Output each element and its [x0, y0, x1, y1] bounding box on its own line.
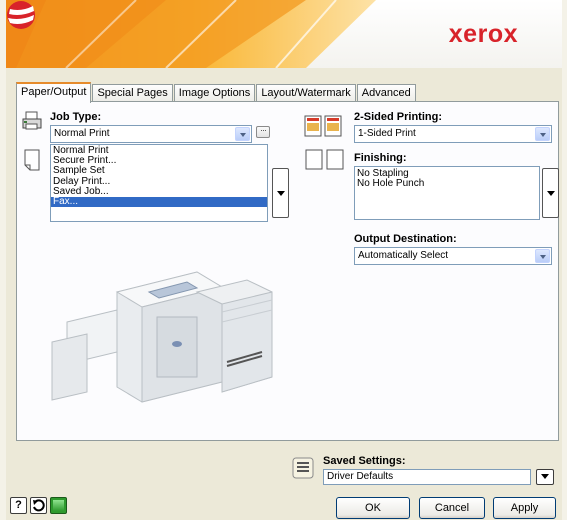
duplex-icon	[304, 115, 342, 137]
apply-button[interactable]: Apply	[493, 497, 556, 519]
help-button[interactable]: ?	[10, 497, 27, 514]
saved-settings-value: Driver Defaults	[327, 471, 394, 482]
job-type-dropdown-list[interactable]: Normal Print Secure Print... Sample Set …	[50, 144, 268, 222]
two-sided-label: 2-Sided Printing:	[354, 111, 442, 123]
finishing-more-button[interactable]	[542, 168, 559, 218]
xerox-banner: xerox	[6, 0, 562, 68]
cancel-button[interactable]: Cancel	[419, 497, 485, 519]
chevron-down-icon[interactable]	[535, 127, 550, 141]
job-type-label: Job Type:	[50, 111, 102, 123]
print-dialog: xerox Paper/Output Special Pages Image O…	[0, 0, 567, 520]
printer-icon	[22, 111, 42, 130]
restore-icon	[33, 499, 45, 512]
paper-more-button[interactable]	[272, 168, 289, 218]
saved-settings-dropdown-button[interactable]	[536, 469, 554, 485]
output-destination-label: Output Destination:	[354, 233, 457, 245]
status-button[interactable]	[50, 497, 67, 514]
tab-paper-output[interactable]: Paper/Output	[16, 82, 92, 103]
ok-button[interactable]: OK	[336, 497, 410, 519]
chevron-down-icon	[541, 473, 549, 479]
output-destination-select[interactable]: Automatically Select	[354, 247, 552, 265]
saved-settings-icon	[292, 457, 314, 479]
job-type-select[interactable]: Normal Print	[50, 125, 252, 143]
chevron-down-icon[interactable]	[235, 127, 250, 141]
chevron-down-icon[interactable]	[535, 249, 550, 263]
two-sided-select[interactable]: 1-Sided Print	[354, 125, 552, 143]
job-type-value: Normal Print	[54, 128, 110, 139]
saved-settings-select[interactable]: Driver Defaults	[323, 469, 531, 485]
list-item-selected[interactable]: Fax...	[51, 196, 267, 208]
status-icon	[53, 500, 64, 511]
tab-strip: Paper/Output Special Pages Image Options…	[16, 82, 417, 103]
finishing-label: Finishing:	[354, 152, 407, 164]
restore-button[interactable]	[30, 497, 47, 514]
two-sided-value: 1-Sided Print	[358, 128, 416, 139]
xerox-logo-icon	[7, 1, 35, 29]
saved-settings-label: Saved Settings:	[323, 455, 406, 467]
page-icon	[24, 149, 40, 171]
xerox-logo-text: xerox	[448, 20, 518, 48]
finishing-icon	[305, 149, 344, 170]
printer-illustration	[51, 271, 273, 403]
paper-output-panel: Job Type: Normal Print ··· Normal Print …	[16, 101, 559, 441]
list-item[interactable]: Saved Job...	[51, 186, 267, 197]
list-item[interactable]: No Hole Punch	[355, 179, 539, 189]
output-destination-value: Automatically Select	[358, 250, 449, 261]
job-type-more-button[interactable]: ···	[256, 126, 270, 138]
finishing-list[interactable]: No Stapling No Hole Punch	[354, 166, 540, 220]
